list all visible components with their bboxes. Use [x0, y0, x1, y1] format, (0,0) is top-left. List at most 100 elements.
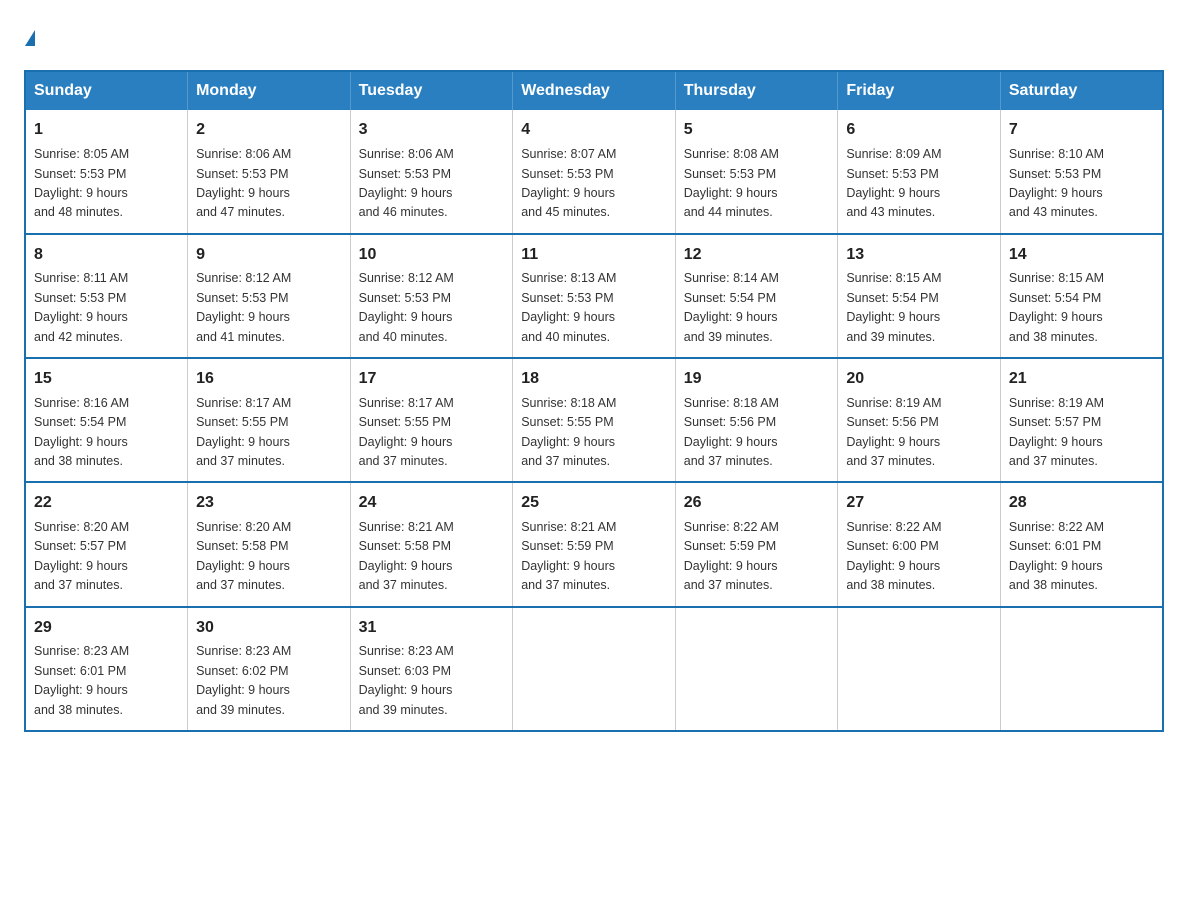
- day-info: Sunrise: 8:06 AMSunset: 5:53 PMDaylight:…: [196, 145, 342, 223]
- page-header: [24, 24, 1164, 50]
- calendar-cell: 21Sunrise: 8:19 AMSunset: 5:57 PMDayligh…: [1000, 358, 1163, 482]
- day-number: 16: [196, 367, 342, 392]
- calendar-cell: 30Sunrise: 8:23 AMSunset: 6:02 PMDayligh…: [188, 607, 351, 731]
- day-info: Sunrise: 8:16 AMSunset: 5:54 PMDaylight:…: [34, 394, 179, 472]
- weekday-header-monday: Monday: [188, 71, 351, 110]
- calendar-cell: 25Sunrise: 8:21 AMSunset: 5:59 PMDayligh…: [513, 482, 676, 606]
- day-number: 1: [34, 118, 179, 143]
- day-number: 8: [34, 243, 179, 268]
- day-number: 18: [521, 367, 667, 392]
- day-info: Sunrise: 8:23 AMSunset: 6:03 PMDaylight:…: [359, 642, 505, 720]
- calendar-table: SundayMondayTuesdayWednesdayThursdayFrid…: [24, 70, 1164, 731]
- calendar-week-row: 29Sunrise: 8:23 AMSunset: 6:01 PMDayligh…: [25, 607, 1163, 731]
- logo-triangle: [25, 30, 35, 46]
- calendar-cell: 31Sunrise: 8:23 AMSunset: 6:03 PMDayligh…: [350, 607, 513, 731]
- day-number: 20: [846, 367, 992, 392]
- day-number: 21: [1009, 367, 1154, 392]
- calendar-cell: [838, 607, 1001, 731]
- calendar-cell: 17Sunrise: 8:17 AMSunset: 5:55 PMDayligh…: [350, 358, 513, 482]
- day-info: Sunrise: 8:22 AMSunset: 6:00 PMDaylight:…: [846, 518, 992, 596]
- calendar-cell: [1000, 607, 1163, 731]
- day-info: Sunrise: 8:20 AMSunset: 5:57 PMDaylight:…: [34, 518, 179, 596]
- calendar-cell: 20Sunrise: 8:19 AMSunset: 5:56 PMDayligh…: [838, 358, 1001, 482]
- day-number: 5: [684, 118, 830, 143]
- weekday-header-row: SundayMondayTuesdayWednesdayThursdayFrid…: [25, 71, 1163, 110]
- calendar-cell: 4Sunrise: 8:07 AMSunset: 5:53 PMDaylight…: [513, 110, 676, 233]
- day-info: Sunrise: 8:23 AMSunset: 6:01 PMDaylight:…: [34, 642, 179, 720]
- day-number: 3: [359, 118, 505, 143]
- day-info: Sunrise: 8:12 AMSunset: 5:53 PMDaylight:…: [196, 269, 342, 347]
- calendar-cell: 27Sunrise: 8:22 AMSunset: 6:00 PMDayligh…: [838, 482, 1001, 606]
- day-info: Sunrise: 8:20 AMSunset: 5:58 PMDaylight:…: [196, 518, 342, 596]
- day-info: Sunrise: 8:21 AMSunset: 5:59 PMDaylight:…: [521, 518, 667, 596]
- calendar-cell: [675, 607, 838, 731]
- day-info: Sunrise: 8:07 AMSunset: 5:53 PMDaylight:…: [521, 145, 667, 223]
- day-number: 6: [846, 118, 992, 143]
- calendar-cell: 24Sunrise: 8:21 AMSunset: 5:58 PMDayligh…: [350, 482, 513, 606]
- day-number: 28: [1009, 491, 1154, 516]
- calendar-week-row: 22Sunrise: 8:20 AMSunset: 5:57 PMDayligh…: [25, 482, 1163, 606]
- calendar-week-row: 1Sunrise: 8:05 AMSunset: 5:53 PMDaylight…: [25, 110, 1163, 233]
- calendar-cell: 22Sunrise: 8:20 AMSunset: 5:57 PMDayligh…: [25, 482, 188, 606]
- day-number: 17: [359, 367, 505, 392]
- day-number: 19: [684, 367, 830, 392]
- day-info: Sunrise: 8:05 AMSunset: 5:53 PMDaylight:…: [34, 145, 179, 223]
- day-info: Sunrise: 8:15 AMSunset: 5:54 PMDaylight:…: [1009, 269, 1154, 347]
- weekday-header-friday: Friday: [838, 71, 1001, 110]
- day-number: 2: [196, 118, 342, 143]
- day-number: 30: [196, 616, 342, 641]
- day-info: Sunrise: 8:10 AMSunset: 5:53 PMDaylight:…: [1009, 145, 1154, 223]
- day-number: 23: [196, 491, 342, 516]
- calendar-cell: 1Sunrise: 8:05 AMSunset: 5:53 PMDaylight…: [25, 110, 188, 233]
- calendar-week-row: 8Sunrise: 8:11 AMSunset: 5:53 PMDaylight…: [25, 234, 1163, 358]
- day-number: 14: [1009, 243, 1154, 268]
- calendar-cell: 19Sunrise: 8:18 AMSunset: 5:56 PMDayligh…: [675, 358, 838, 482]
- calendar-cell: 15Sunrise: 8:16 AMSunset: 5:54 PMDayligh…: [25, 358, 188, 482]
- day-number: 13: [846, 243, 992, 268]
- weekday-header-saturday: Saturday: [1000, 71, 1163, 110]
- day-number: 12: [684, 243, 830, 268]
- day-number: 29: [34, 616, 179, 641]
- day-info: Sunrise: 8:09 AMSunset: 5:53 PMDaylight:…: [846, 145, 992, 223]
- weekday-header-tuesday: Tuesday: [350, 71, 513, 110]
- day-info: Sunrise: 8:17 AMSunset: 5:55 PMDaylight:…: [359, 394, 505, 472]
- calendar-cell: 11Sunrise: 8:13 AMSunset: 5:53 PMDayligh…: [513, 234, 676, 358]
- day-number: 15: [34, 367, 179, 392]
- day-number: 4: [521, 118, 667, 143]
- day-info: Sunrise: 8:06 AMSunset: 5:53 PMDaylight:…: [359, 145, 505, 223]
- day-info: Sunrise: 8:23 AMSunset: 6:02 PMDaylight:…: [196, 642, 342, 720]
- calendar-cell: [513, 607, 676, 731]
- day-info: Sunrise: 8:19 AMSunset: 5:57 PMDaylight:…: [1009, 394, 1154, 472]
- day-info: Sunrise: 8:22 AMSunset: 6:01 PMDaylight:…: [1009, 518, 1154, 596]
- calendar-cell: 23Sunrise: 8:20 AMSunset: 5:58 PMDayligh…: [188, 482, 351, 606]
- calendar-cell: 3Sunrise: 8:06 AMSunset: 5:53 PMDaylight…: [350, 110, 513, 233]
- day-info: Sunrise: 8:19 AMSunset: 5:56 PMDaylight:…: [846, 394, 992, 472]
- day-number: 7: [1009, 118, 1154, 143]
- day-info: Sunrise: 8:14 AMSunset: 5:54 PMDaylight:…: [684, 269, 830, 347]
- day-number: 24: [359, 491, 505, 516]
- calendar-cell: 13Sunrise: 8:15 AMSunset: 5:54 PMDayligh…: [838, 234, 1001, 358]
- calendar-cell: 2Sunrise: 8:06 AMSunset: 5:53 PMDaylight…: [188, 110, 351, 233]
- calendar-week-row: 15Sunrise: 8:16 AMSunset: 5:54 PMDayligh…: [25, 358, 1163, 482]
- day-info: Sunrise: 8:18 AMSunset: 5:55 PMDaylight:…: [521, 394, 667, 472]
- day-number: 31: [359, 616, 505, 641]
- weekday-header-thursday: Thursday: [675, 71, 838, 110]
- day-number: 11: [521, 243, 667, 268]
- calendar-cell: 29Sunrise: 8:23 AMSunset: 6:01 PMDayligh…: [25, 607, 188, 731]
- logo: [24, 24, 36, 50]
- day-info: Sunrise: 8:17 AMSunset: 5:55 PMDaylight:…: [196, 394, 342, 472]
- day-info: Sunrise: 8:12 AMSunset: 5:53 PMDaylight:…: [359, 269, 505, 347]
- calendar-cell: 9Sunrise: 8:12 AMSunset: 5:53 PMDaylight…: [188, 234, 351, 358]
- calendar-cell: 18Sunrise: 8:18 AMSunset: 5:55 PMDayligh…: [513, 358, 676, 482]
- day-info: Sunrise: 8:15 AMSunset: 5:54 PMDaylight:…: [846, 269, 992, 347]
- calendar-cell: 6Sunrise: 8:09 AMSunset: 5:53 PMDaylight…: [838, 110, 1001, 233]
- day-number: 10: [359, 243, 505, 268]
- day-number: 26: [684, 491, 830, 516]
- day-info: Sunrise: 8:22 AMSunset: 5:59 PMDaylight:…: [684, 518, 830, 596]
- day-info: Sunrise: 8:13 AMSunset: 5:53 PMDaylight:…: [521, 269, 667, 347]
- day-info: Sunrise: 8:11 AMSunset: 5:53 PMDaylight:…: [34, 269, 179, 347]
- calendar-cell: 8Sunrise: 8:11 AMSunset: 5:53 PMDaylight…: [25, 234, 188, 358]
- day-info: Sunrise: 8:18 AMSunset: 5:56 PMDaylight:…: [684, 394, 830, 472]
- day-number: 9: [196, 243, 342, 268]
- calendar-cell: 28Sunrise: 8:22 AMSunset: 6:01 PMDayligh…: [1000, 482, 1163, 606]
